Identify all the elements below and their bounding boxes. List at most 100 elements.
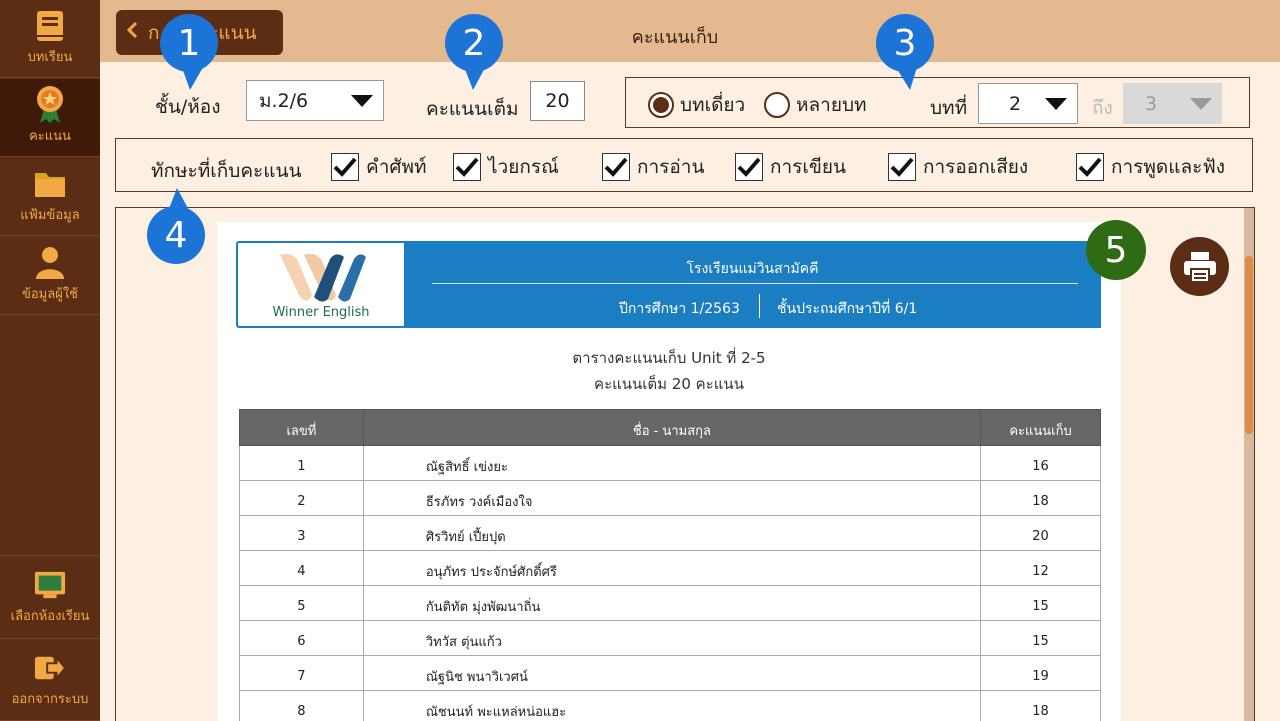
checkbox-label: การเขียน — [770, 156, 846, 178]
class-label: ชั้น/ห้อง — [155, 96, 221, 118]
sidebar-item-scores[interactable]: คะแนน — [0, 79, 100, 157]
logo-text: Winner English — [272, 305, 370, 320]
grade-level: ชั้นประถมศึกษาปีที่ 6/1 — [777, 301, 918, 317]
school-name: โรงเรียนแม่วินสามัคคี — [686, 261, 819, 277]
sidebar-item-files[interactable]: แฟ้มข้อมูล — [0, 158, 100, 236]
table-row: 5 กันติทัต มุ่งพัฒนาถิ่น 15 — [239, 585, 1101, 621]
check-icon — [453, 153, 481, 181]
column-header-name: ชื่อ - นามสกุล — [362, 409, 982, 446]
user-icon — [34, 247, 66, 279]
report-info-band: โรงเรียนแม่วินสามัคคี ปีการศึกษา 1/2563 … — [404, 241, 1101, 328]
chevron-down-icon — [1190, 97, 1212, 110]
checkbox-grammar[interactable]: ไวยกรณ์ — [453, 152, 559, 182]
sidebar-item-profile[interactable]: ข้อมูลผู้ใช้ — [0, 237, 100, 315]
table-row: 2 ธีรภัทร วงค์เมืองใจ 18 — [239, 480, 1101, 516]
cell-score: 18 — [980, 480, 1101, 516]
full-score-input[interactable]: 20 — [530, 81, 585, 121]
skills-label: ทักษะที่เก็บคะแนน — [151, 160, 302, 182]
checkbox-reading[interactable]: การอ่าน — [602, 152, 704, 182]
table-row: 1 ณัฐสิทธิ์ เข่งยะ 16 — [239, 445, 1101, 481]
page-title: คะแนนเก็บ — [631, 27, 719, 48]
logo-w-icon — [280, 253, 366, 302]
report-paper: Winner English โรงเรียนแม่วินสามัคคี ปีก… — [217, 222, 1121, 721]
check-icon — [888, 153, 916, 181]
callout-4: 4 — [147, 188, 205, 264]
callout-3: 3 — [876, 14, 934, 90]
scrollbar-thumb[interactable] — [1245, 256, 1253, 434]
table-row: 4 อนุภัทร ประจักษ์ศักดิ์ศรี 12 — [239, 550, 1101, 586]
sidebar-item-label: เลือกห้องเรียน — [10, 608, 90, 624]
callout-2: 2 — [445, 14, 503, 90]
checkbox-label: ไวยกรณ์ — [488, 156, 559, 178]
academic-year: ปีการศึกษา 1/2563 — [619, 301, 740, 317]
report-header: Winner English โรงเรียนแม่วินสามัคคี ปีก… — [236, 241, 1101, 328]
check-icon — [735, 153, 763, 181]
cell-name: ศิรวิทย์ เปี้ยปุด — [362, 515, 982, 551]
checkbox-label: คำศัพท์ — [366, 156, 427, 178]
report-title: ตารางคะแนนเก็บ Unit ที่ 2-5 — [572, 349, 766, 367]
table-header-row: เลขที่ ชื่อ - นามสกุล คะแนนเก็บ — [239, 409, 1101, 446]
sidebar-item-lessons[interactable]: บทเรียน — [0, 0, 100, 78]
radio-circle — [648, 92, 674, 118]
column-header-score: คะแนนเก็บ — [980, 409, 1101, 446]
table-row: 3 ศิรวิทย์ เปี้ยปุด 20 — [239, 515, 1101, 551]
chevron-down-icon — [1045, 97, 1067, 110]
sidebar-item-label: แฟ้มข้อมูล — [20, 208, 80, 223]
cell-number: 8 — [239, 690, 364, 721]
radio-single-unit[interactable]: บทเดี่ยว — [648, 90, 745, 120]
checkbox-label: การพูดและฟัง — [1111, 156, 1226, 178]
divider — [759, 294, 760, 318]
sidebar-item-label: ข้อมูลผู้ใช้ — [21, 287, 79, 302]
checkbox-writing[interactable]: การเขียน — [735, 152, 846, 182]
class-select-value: ม.2/6 — [259, 89, 309, 112]
check-icon — [331, 153, 359, 181]
cell-name: อนุภัทร ประจักษ์ศักดิ์ศรี — [362, 550, 982, 586]
sidebar-item-label: ออกจากระบบ — [11, 691, 89, 707]
checkbox-vocabulary[interactable]: คำศัพท์ — [331, 152, 427, 182]
cell-score: 19 — [980, 655, 1101, 691]
print-button[interactable] — [1170, 237, 1229, 296]
column-header-number: เลขที่ — [239, 409, 364, 446]
book-icon — [34, 10, 66, 42]
chevron-down-icon — [351, 94, 373, 107]
to-label: ถึง — [1092, 97, 1113, 119]
unit-select[interactable]: 2 — [978, 83, 1078, 124]
sidebar-item-select-class[interactable]: เลือกห้องเรียน — [0, 555, 100, 639]
to-unit-select-value: 3 — [1145, 92, 1158, 115]
report-subtitle: คะแนนเต็ม 20 คะแนน — [594, 375, 744, 393]
checkbox-label: การออกเสียง — [923, 156, 1029, 178]
checkbox-speaking-listening[interactable]: การพูดและฟัง — [1076, 152, 1225, 182]
report-preview: Winner English โรงเรียนแม่วินสามัคคี ปีก… — [115, 207, 1255, 721]
sidebar-item-logout[interactable]: ออกจากระบบ — [0, 640, 100, 721]
medal-icon — [34, 86, 66, 123]
check-icon — [1076, 153, 1104, 181]
table-row: 8 ณัชนนท์ พะแหล่หน่อแฮะ 18 — [239, 690, 1101, 721]
scrollbar[interactable] — [1244, 208, 1254, 721]
radio-multi-unit[interactable]: หลายบท — [764, 90, 867, 120]
skills-panel: ทักษะที่เก็บคะแนน คำศัพท์ ไวยกรณ์ การอ่า… — [115, 138, 1253, 192]
checkbox-label: การอ่าน — [637, 156, 705, 178]
unit-select-value: 2 — [1009, 92, 1022, 115]
check-icon — [602, 153, 630, 181]
cell-number: 1 — [239, 445, 364, 481]
cell-name: ณัฐสิทธิ์ เข่งยะ — [362, 445, 982, 481]
cell-number: 7 — [239, 655, 364, 691]
cell-name: วิทวัส ตุ่นแก้ว — [362, 620, 982, 656]
cell-score: 12 — [980, 550, 1101, 586]
radio-circle — [764, 92, 790, 118]
class-select[interactable]: ม.2/6 — [246, 80, 384, 121]
table-row: 6 วิทวัส ตุ่นแก้ว 15 — [239, 620, 1101, 656]
callout-5: 5 — [1086, 220, 1146, 280]
sidebar: บทเรียน คะแนน แฟ้มข้อมูล ข้อมูลผู้ใช้ เล… — [0, 0, 100, 721]
table-row: 7 ณัฐนิช พนาวิเวศน์ 19 — [239, 655, 1101, 691]
cell-score: 20 — [980, 515, 1101, 551]
cell-score: 16 — [980, 445, 1101, 481]
folder-icon — [34, 168, 66, 200]
cell-number: 6 — [239, 620, 364, 656]
radio-single-label: บทเดี่ยว — [680, 94, 746, 116]
checkbox-pronunciation[interactable]: การออกเสียง — [888, 152, 1028, 182]
unit-label: บทที่ — [930, 97, 968, 119]
winner-english-logo: Winner English — [236, 241, 406, 328]
unit-range-panel: บทเดี่ยว หลายบท บทที่ 2 ถึง 3 — [625, 77, 1250, 128]
cell-name: กันติทัต มุ่งพัฒนาถิ่น — [362, 585, 982, 621]
